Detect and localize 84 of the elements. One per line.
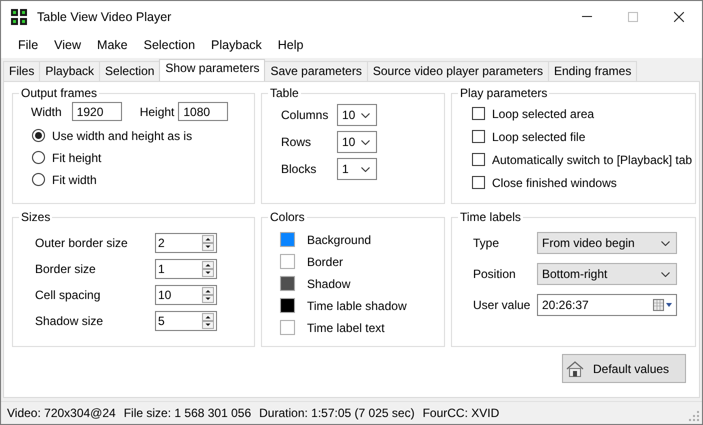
- field-label: Type: [473, 236, 500, 250]
- field-label: Cell spacing: [35, 288, 102, 302]
- menu-item[interactable]: Make: [89, 38, 136, 52]
- menu-item[interactable]: Help: [270, 38, 312, 52]
- color-swatch[interactable]: [280, 276, 295, 291]
- color-swatch[interactable]: [280, 298, 295, 313]
- spin-box[interactable]: 5: [155, 310, 217, 330]
- time-field[interactable]: 20:26:37: [537, 294, 677, 316]
- calendar-icon[interactable]: [653, 299, 673, 311]
- status-text: File size: 1 568 301 056: [124, 406, 252, 420]
- menu-item[interactable]: View: [46, 38, 90, 52]
- caret-icon: [361, 140, 370, 144]
- height-field[interactable]: 1080: [178, 102, 228, 121]
- color-label: Shadow: [307, 276, 350, 290]
- color-swatch[interactable]: [280, 320, 295, 335]
- radio-button[interactable]: [32, 129, 45, 142]
- radio-option[interactable]: Fit width: [32, 172, 254, 187]
- field-label: Columns: [281, 108, 330, 122]
- field-label: Height: [140, 104, 174, 118]
- radio-label[interactable]: Use width and height as is: [52, 128, 192, 142]
- default-values-button[interactable]: Default values: [562, 354, 686, 383]
- radio-button[interactable]: [32, 151, 45, 164]
- field-label: Position: [473, 267, 517, 281]
- field-label: Rows: [281, 135, 312, 149]
- spin-box[interactable]: 10: [155, 284, 217, 304]
- checkbox[interactable]: [472, 107, 485, 120]
- radio-option[interactable]: Use width and height as is: [32, 128, 254, 143]
- dropdown[interactable]: 10: [337, 131, 377, 153]
- radio-label[interactable]: Fit height: [52, 150, 102, 164]
- color-label: Border: [307, 254, 344, 268]
- tab[interactable]: Files: [3, 61, 40, 81]
- radio-label[interactable]: Fit width: [52, 172, 97, 186]
- group-title: Play parameters: [459, 86, 548, 100]
- menu-item[interactable]: File: [10, 38, 46, 52]
- group-title: Time labels: [459, 210, 522, 224]
- tab[interactable]: Ending frames: [548, 61, 638, 81]
- tab[interactable]: Show parameters: [159, 59, 266, 81]
- color-label: Time lable shadow: [307, 298, 407, 312]
- menu-item[interactable]: Playback: [203, 38, 270, 52]
- field-label: User value: [473, 298, 532, 312]
- resize-grip-icon[interactable]: [689, 411, 699, 421]
- color-swatch[interactable]: [280, 232, 295, 247]
- checkbox[interactable]: [472, 176, 485, 189]
- app-icon: [11, 8, 27, 24]
- checkbox[interactable]: [472, 130, 485, 143]
- dropdown[interactable]: 1: [337, 158, 377, 180]
- field-label: Width: [31, 104, 62, 118]
- caret-icon: [661, 272, 670, 276]
- dropdown[interactable]: From video begin: [537, 232, 677, 254]
- group-title: Colors: [269, 210, 306, 224]
- checkbox[interactable]: [472, 153, 485, 166]
- checkbox-label[interactable]: Close finished windows: [492, 176, 617, 190]
- checkbox-label[interactable]: Loop selected file: [492, 130, 586, 144]
- group-title: Output frames: [20, 86, 98, 100]
- dropdown[interactable]: Bottom-right: [537, 263, 677, 285]
- status-text: Duration: 1:57:05 (7 025 sec): [259, 406, 415, 420]
- color-label: Time label text: [307, 320, 385, 334]
- width-field[interactable]: 1920: [72, 102, 122, 121]
- menu-item[interactable]: Selection: [136, 38, 204, 52]
- field-label: Shadow size: [35, 314, 104, 328]
- window-title: Table View Video Player: [37, 10, 172, 24]
- field-label: Border size: [35, 262, 97, 276]
- caret-icon: [661, 240, 670, 246]
- checkbox-label[interactable]: Loop selected area: [492, 106, 594, 120]
- close-icon: [674, 12, 684, 22]
- maximize-icon: [628, 12, 638, 22]
- color-swatch[interactable]: [280, 254, 295, 269]
- color-label: Background: [307, 232, 372, 246]
- field-label: Blocks: [281, 162, 318, 176]
- dropdown[interactable]: 10: [337, 104, 377, 126]
- spin-box[interactable]: 1: [155, 258, 217, 278]
- status-text: FourCC: XVID: [422, 406, 500, 420]
- minimize-icon: [582, 16, 592, 17]
- radio-button[interactable]: [32, 173, 45, 186]
- group-title: Table: [269, 86, 300, 100]
- status-text: Video: 720x304@24: [7, 406, 116, 420]
- radio-option[interactable]: Fit height: [32, 150, 254, 165]
- spin-box[interactable]: 2: [155, 232, 217, 252]
- checkbox-label[interactable]: Automatically switch to [Playback] tab: [492, 152, 692, 166]
- caret-icon: [361, 112, 370, 118]
- caret-icon: [361, 166, 370, 172]
- house-icon: [566, 360, 584, 376]
- group-title: Sizes: [20, 210, 52, 224]
- field-label: Outer border size: [35, 236, 129, 250]
